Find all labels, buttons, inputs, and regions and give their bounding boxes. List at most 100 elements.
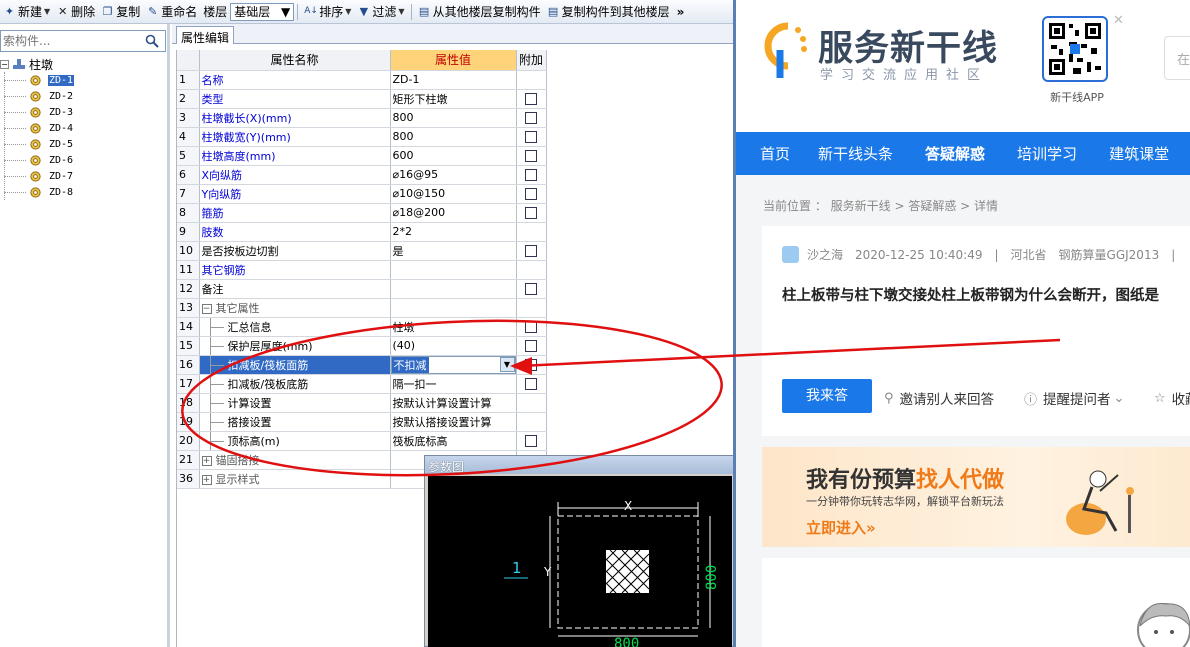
append-checkbox[interactable] xyxy=(525,150,537,162)
tab-property-edit[interactable]: 属性编辑 xyxy=(176,26,235,45)
append-checkbox[interactable] xyxy=(525,112,537,124)
property-value[interactable]: ZD-1 xyxy=(390,70,517,90)
tree-item-zd-2[interactable]: ZD-2 xyxy=(0,88,166,104)
tree-item-zd-4[interactable]: ZD-4 xyxy=(0,120,166,136)
invite-answer-button[interactable]: ⚲ 邀请别人来回答 xyxy=(884,388,994,409)
append-checkbox[interactable] xyxy=(525,359,537,371)
copy-to-floor-button[interactable]: ▤ 复制构件到其他楼层 xyxy=(544,1,673,23)
table-row[interactable]: 18 计算设置 按默认计算设置计算 xyxy=(177,393,547,413)
append-checkbox[interactable] xyxy=(525,245,537,257)
table-row[interactable]: 6 X向纵筋 ⌀16@95 xyxy=(177,165,547,185)
value-dropdown[interactable]: 不扣减 ▼ xyxy=(390,355,515,373)
property-value[interactable]: 柱墩 xyxy=(390,317,517,337)
expand-icon[interactable]: + xyxy=(201,455,212,466)
answer-button[interactable]: 我来答 xyxy=(782,379,872,413)
table-row[interactable]: 7 Y向纵筋 ⌀10@150 xyxy=(177,184,547,204)
tree-item-zd-6[interactable]: ZD-6 xyxy=(0,152,166,168)
close-icon[interactable]: ✕ xyxy=(1113,13,1124,28)
table-row[interactable]: 17 扣减板/筏板底筋 隔一扣一 xyxy=(177,374,547,394)
property-value[interactable]: ⌀18@200 xyxy=(390,203,517,223)
property-value[interactable] xyxy=(390,279,517,299)
nav-item-qa[interactable]: 答疑解惑 xyxy=(913,143,997,164)
floor-select[interactable]: 基础层 ▼ xyxy=(230,2,295,21)
append-checkbox[interactable] xyxy=(525,340,537,352)
table-row[interactable]: 14 汇总信息 柱墩 xyxy=(177,317,547,337)
property-name: 汇总信息 xyxy=(199,317,391,337)
nav-item-home[interactable]: 首页 xyxy=(736,143,802,164)
property-value[interactable]: ⌀10@150 xyxy=(390,184,517,204)
append-checkbox[interactable] xyxy=(525,378,537,390)
tree-item-zd-7[interactable]: ZD-7 xyxy=(0,168,166,184)
tree-item-zd-1[interactable]: ZD-1 xyxy=(0,72,166,88)
table-row-selected[interactable]: 16 扣减板/筏板面筋 不扣减 ▼ xyxy=(177,355,547,375)
collect-button[interactable]: ☆收藏 xyxy=(1154,388,1190,409)
property-value[interactable]: 按默认搭接设置计算 xyxy=(390,412,517,432)
rename-button[interactable]: ✎ 重命名 xyxy=(143,1,200,23)
table-row[interactable]: 2 类型 矩形下柱墩 xyxy=(177,89,547,109)
table-row[interactable]: 9 肢数 2*2 xyxy=(177,222,547,242)
site-search-input[interactable]: 在 xyxy=(1164,36,1190,80)
expand-icon[interactable]: + xyxy=(201,474,212,485)
toolbar-overflow-button[interactable]: » xyxy=(673,5,689,19)
collapse-icon[interactable]: − xyxy=(0,59,9,69)
sort-button[interactable]: A↓ 排序 ▼ xyxy=(301,1,354,23)
table-row[interactable]: 1 名称 ZD-1 xyxy=(177,70,547,90)
table-row[interactable]: 3 柱墩截长(X)(mm) 800 xyxy=(177,108,547,128)
table-row[interactable]: 20 顶标高(m) 筏板底标高 xyxy=(177,431,547,451)
nav-item-headlines[interactable]: 新干线头条 xyxy=(806,143,905,164)
site-logo-icon[interactable] xyxy=(760,20,810,80)
tree-root-zhudun[interactable]: − 柱墩 xyxy=(0,56,166,72)
property-value[interactable]: 按默认计算设置计算 xyxy=(390,393,517,413)
search-input[interactable] xyxy=(1,32,141,50)
copy-button[interactable]: ❐ 复制 xyxy=(98,1,143,23)
table-row[interactable]: 5 柱墩高度(mm) 600 xyxy=(177,146,547,166)
property-value[interactable] xyxy=(390,260,517,280)
property-value[interactable]: (40) xyxy=(390,336,517,356)
property-name: 搭接设置 xyxy=(199,412,391,432)
chevron-down-icon[interactable]: ▼ xyxy=(499,357,515,372)
table-row[interactable]: 4 柱墩截宽(Y)(mm) 800 xyxy=(177,127,547,147)
search-button[interactable] xyxy=(141,31,163,51)
append-checkbox[interactable] xyxy=(525,207,537,219)
table-row[interactable]: 15 保护层厚度(mm) (40) xyxy=(177,336,547,356)
property-value[interactable]: 隔一扣一 xyxy=(390,374,517,394)
table-row[interactable]: 19 搭接设置 按默认搭接设置计算 xyxy=(177,412,547,432)
parameter-diagram-window[interactable]: 参数图 X Y 800 800 1 xyxy=(424,455,734,647)
append-checkbox[interactable] xyxy=(525,435,537,447)
property-value[interactable]: 矩形下柱墩 xyxy=(390,89,517,109)
property-value[interactable]: 2*2 xyxy=(390,222,517,242)
append-checkbox[interactable] xyxy=(525,169,537,181)
property-value[interactable]: 800 xyxy=(390,108,517,128)
delete-button[interactable]: ✕ 删除 xyxy=(53,1,98,23)
table-row-group[interactable]: 13− 其它属性 xyxy=(177,298,547,318)
table-row[interactable]: 11 其它钢筋 xyxy=(177,260,547,280)
append-checkbox[interactable] xyxy=(525,93,537,105)
append-checkbox[interactable] xyxy=(525,283,537,295)
property-value[interactable]: 600 xyxy=(390,146,517,166)
banner-link[interactable]: 立即进入» xyxy=(806,517,876,538)
property-value[interactable]: ⌀16@95 xyxy=(390,165,517,185)
filter-button[interactable]: ▼ 过滤 ▼ xyxy=(354,1,407,23)
table-row[interactable]: 10 是否按板边切割是 xyxy=(177,241,547,261)
append-checkbox[interactable] xyxy=(525,131,537,143)
nav-item-training[interactable]: 培训学习 xyxy=(1005,143,1089,164)
nav-item-classroom[interactable]: 建筑课堂 xyxy=(1097,143,1181,164)
table-row[interactable]: 12 备注 xyxy=(177,279,547,299)
new-button[interactable]: ✦ 新建 ▼ xyxy=(0,1,53,23)
remind-asker-button[interactable]: ⓘ 提醒提问者 ⌄ xyxy=(1024,388,1130,409)
tree-item-zd-8[interactable]: ZD-8 xyxy=(0,184,166,200)
promo-banner[interactable]: 我有份预算找人代做 一分钟带你玩转志华网，解锁平台新玩法 立即进入» xyxy=(762,447,1190,547)
property-value[interactable]: 筏板底标高 xyxy=(390,431,517,451)
tree-item-zd-5[interactable]: ZD-5 xyxy=(0,136,166,152)
tree-item-zd-3[interactable]: ZD-3 xyxy=(0,104,166,120)
append-checkbox[interactable] xyxy=(525,321,537,333)
question-author[interactable]: 沙之海 xyxy=(807,246,843,263)
collapse-icon[interactable]: − xyxy=(201,303,212,314)
copy-from-floor-button[interactable]: ▤ 从其他楼层复制构件 xyxy=(415,1,544,23)
avatar[interactable] xyxy=(782,246,799,263)
append-checkbox[interactable] xyxy=(525,188,537,200)
property-value[interactable]: 800 xyxy=(390,127,517,147)
table-row[interactable]: 8 箍筋 ⌀18@200 xyxy=(177,203,547,223)
parameter-window-title[interactable]: 参数图 xyxy=(425,456,733,474)
property-value[interactable]: 是 xyxy=(390,241,517,261)
